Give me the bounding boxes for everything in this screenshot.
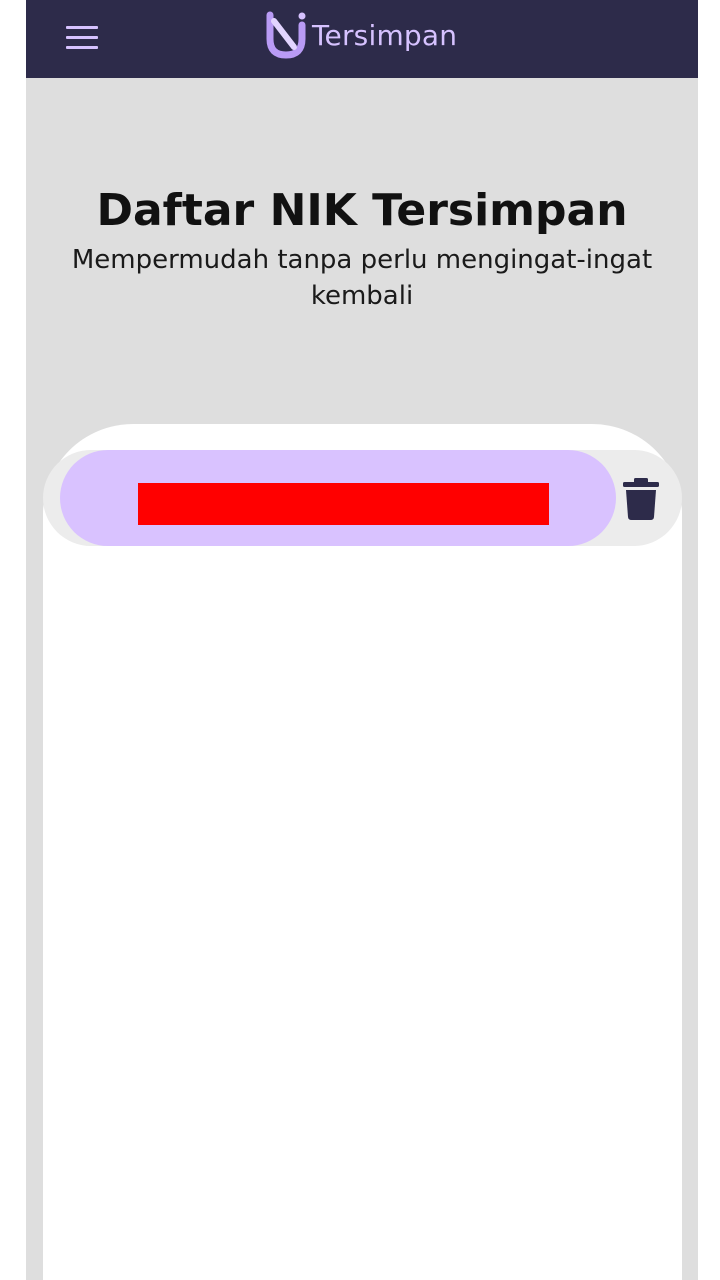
nik-redaction bbox=[138, 483, 549, 525]
saved-nik-card bbox=[43, 424, 682, 1280]
brand: Tersimpan bbox=[266, 10, 457, 60]
saved-nik-row bbox=[43, 450, 682, 546]
hero-section: Daftar NIK Tersimpan Mempermudah tanpa p… bbox=[26, 180, 698, 314]
page-subtitle: Mempermudah tanpa perlu mengingat-ingat … bbox=[71, 245, 653, 311]
trash-icon[interactable] bbox=[623, 478, 659, 520]
hamburger-menu-icon[interactable] bbox=[62, 20, 102, 56]
brand-logo-icon bbox=[266, 11, 306, 59]
page-title: Daftar NIK Tersimpan bbox=[96, 185, 628, 236]
app-screen: Tersimpan Daftar NIK Tersimpan Mempermud… bbox=[26, 0, 698, 1280]
app-title: Tersimpan bbox=[312, 18, 458, 52]
app-bar: Tersimpan bbox=[26, 0, 698, 78]
nik-item[interactable] bbox=[60, 450, 616, 546]
